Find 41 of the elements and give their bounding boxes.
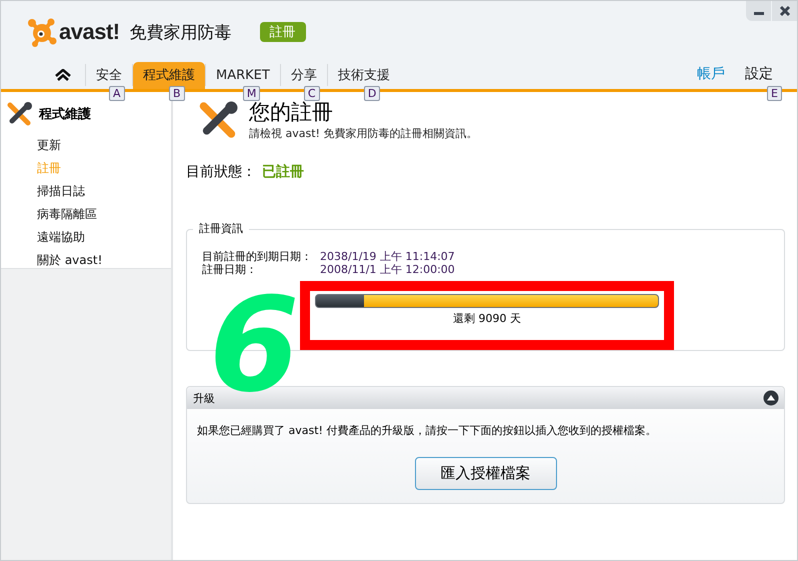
upgrade-text: 如果您已經購買了 avast! 付費產品的升級版，請按一下下面的按鈕以插入您收到的授權檔案。	[197, 423, 658, 438]
nav-tab[interactable]: 分享	[280, 62, 327, 89]
panel-legend: 註冊資訊	[193, 221, 249, 236]
sidebar-item[interactable]: 掃描日誌	[1, 180, 171, 203]
wrench-screwdriver-icon	[7, 102, 33, 126]
remaining-days: 還剩 9090 天	[453, 311, 521, 326]
sidebar-item[interactable]: 更新	[1, 134, 171, 157]
info-value: 2008/11/1 上午 12:00:00	[320, 263, 455, 276]
minimize-button[interactable]	[746, 1, 771, 21]
sidebar-title: 程式維護	[39, 106, 91, 123]
shortcut-key-hint: M	[242, 86, 260, 101]
logo-text: avast!	[59, 19, 120, 45]
shortcut-key-hint: A	[109, 86, 125, 101]
shortcut-key-hint: D	[364, 86, 380, 101]
nav-tab[interactable]: MARKET	[206, 62, 280, 89]
import-license-button[interactable]: 匯入授權檔案	[414, 457, 556, 490]
nav-tab[interactable]: 程式維護	[133, 62, 205, 89]
wrench-screwdriver-icon	[199, 100, 239, 140]
shortcut-key-hint: B	[169, 86, 185, 101]
logo-icon	[27, 17, 57, 47]
status-label: 目前狀態：	[186, 163, 256, 181]
account-link[interactable]: 帳戶	[689, 65, 733, 89]
nav-tab[interactable]: 技術支援	[328, 62, 400, 89]
home-icon[interactable]	[55, 69, 71, 81]
sidebar-item[interactable]: 病毒隔離區	[1, 203, 171, 226]
nav-tab[interactable]: 安全	[86, 62, 132, 89]
sidebar-item[interactable]: 關於 avast!	[1, 249, 171, 272]
info-label: 目前註冊的到期日期：	[202, 250, 313, 263]
product-name: 免費家用防毒	[130, 22, 232, 44]
collapse-icon[interactable]	[763, 390, 779, 406]
info-label: 註冊日期：	[202, 263, 258, 276]
page-title: 您的註冊	[249, 99, 334, 126]
close-icon[interactable]	[778, 5, 790, 17]
page-subtitle: 請檢視 avast! 免費家用防毒的註冊相關資訊。	[249, 126, 478, 141]
status-value: 已註冊	[262, 163, 304, 181]
sidebar-item[interactable]: 遠端協助	[1, 226, 171, 249]
shortcut-key-hint: E	[767, 86, 782, 101]
close-button[interactable]	[772, 1, 797, 21]
info-value: 2038/1/19 上午 11:14:07	[320, 250, 455, 263]
shortcut-key-hint: C	[304, 86, 320, 101]
settings-link[interactable]: 設定	[737, 65, 781, 89]
